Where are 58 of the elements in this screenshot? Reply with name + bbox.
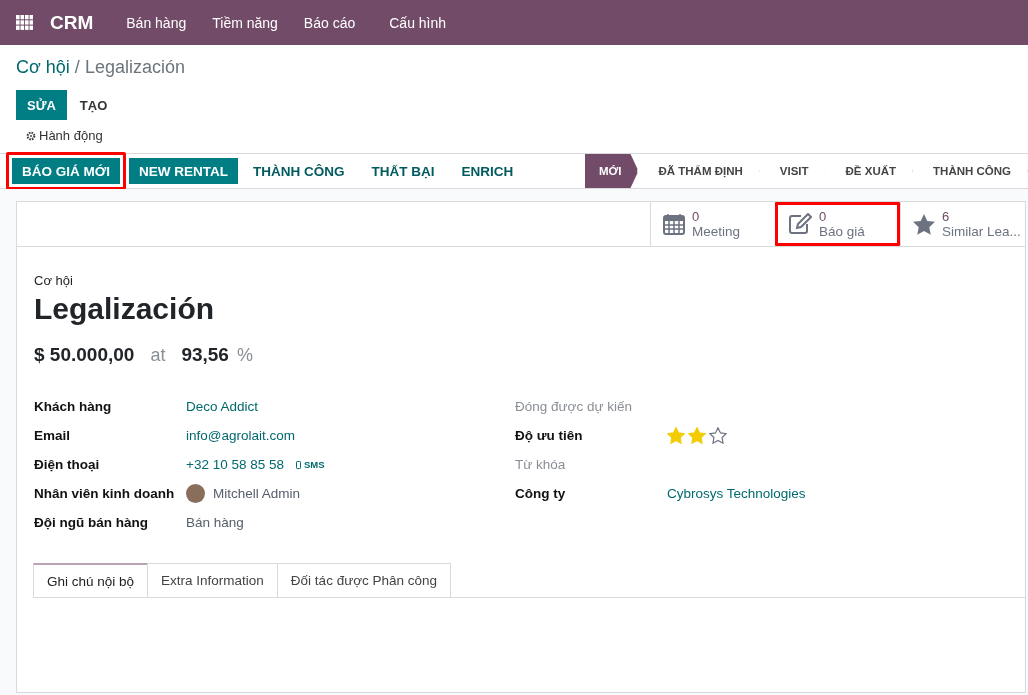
menu-item[interactable]: Tiềm năng: [212, 14, 278, 31]
app-name[interactable]: CRM: [50, 11, 94, 34]
field-label: Nhân viên kinh doanh: [34, 486, 176, 501]
header-button[interactable]: ENRICH: [449, 158, 526, 184]
field-label: Điện thoại: [34, 457, 101, 472]
stage-button[interactable]: VISIT: [759, 154, 826, 188]
smart-button[interactable]: 6 Similar Lea...: [900, 202, 1025, 246]
menu-item[interactable]: Báo cáo: [303, 14, 356, 31]
header-button[interactable]: BÁO GIÁ MỚI: [12, 158, 120, 184]
field-label: Công ty: [515, 486, 567, 501]
notebook-tab[interactable]: Ghi chú nội bộ: [33, 563, 149, 597]
edit-icon: [788, 213, 812, 235]
field-label: Khách hàng: [34, 399, 113, 414]
gear-icon: [26, 130, 36, 141]
breadcrumb-current: Legalización: [84, 57, 185, 77]
record-type-label: Cơ hội: [34, 273, 74, 288]
header-button[interactable]: THẤT BẠI: [359, 158, 447, 184]
calendar-icon: [663, 213, 685, 235]
breadcrumb-separator: /: [74, 57, 80, 77]
menu-item[interactable]: Cấu hình: [389, 14, 447, 31]
at-label: at: [150, 345, 166, 366]
action-menu[interactable]: Hành động: [16, 126, 113, 145]
stage-button[interactable]: ĐỀ XUẤT: [825, 154, 914, 188]
smart-button[interactable]: 0 Báo giá: [775, 202, 900, 246]
header-button[interactable]: NEW RENTAL: [129, 158, 238, 184]
expected-revenue: $ 50.000,00: [34, 344, 135, 366]
menu-item[interactable]: Bán hàng: [126, 14, 187, 31]
field-label: Độ ưu tiên: [515, 428, 584, 443]
percent-sign: %: [236, 345, 253, 366]
header-button[interactable]: THÀNH CÔNG: [241, 158, 357, 184]
star-icon: [913, 213, 935, 235]
field-link[interactable]: info@agrolait.com: [186, 428, 295, 443]
probability-value: 93,56: [181, 344, 229, 366]
stage-button[interactable]: MỚI: [584, 154, 639, 188]
control-button[interactable]: TẠO: [68, 90, 119, 120]
stage-button[interactable]: THÀNH CÔNG: [913, 154, 1028, 188]
record-title: Legalización: [34, 292, 216, 326]
field-label: Từ khóa: [515, 457, 567, 472]
field-value: Bán hàng: [186, 515, 244, 530]
field-value[interactable]: Mitchell Admin: [213, 486, 301, 501]
field-link[interactable]: Cybrosys Technologies: [667, 486, 806, 501]
mobile-icon: [295, 460, 301, 469]
field-link[interactable]: Deco Addict: [186, 399, 259, 414]
field-label: Đội ngũ bán hàng: [34, 515, 149, 530]
field-label: Email: [34, 428, 72, 443]
field-label: Đóng được dự kiến: [515, 399, 633, 414]
filled-star-icon[interactable]: [667, 427, 685, 444]
apps-grid-icon[interactable]: [16, 15, 33, 30]
filled-star-icon[interactable]: [688, 427, 706, 444]
sms-button[interactable]: SMS: [295, 459, 325, 470]
smart-button[interactable]: 0 Meeting: [650, 202, 775, 246]
empty-star-icon[interactable]: [709, 427, 727, 444]
notebook-tab[interactable]: Đối tác được Phân công: [276, 563, 452, 597]
stage-button[interactable]: ĐÃ THẨM ĐỊNH: [638, 154, 760, 188]
phone-link[interactable]: +32 10 58 85 58: [186, 457, 284, 472]
breadcrumb-link[interactable]: Cơ hội: [16, 57, 70, 77]
avatar: [186, 484, 205, 503]
control-button[interactable]: SỬA: [16, 90, 67, 120]
